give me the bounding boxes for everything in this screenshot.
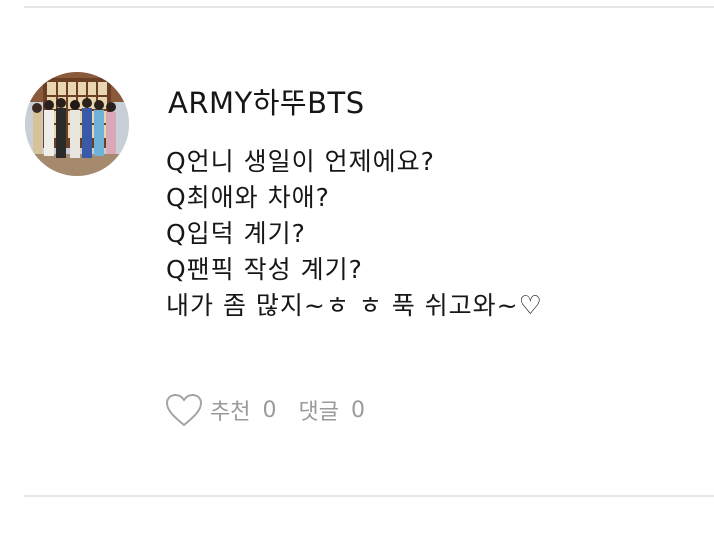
comment-line: Q최애와 차애?	[166, 183, 330, 212]
recommend-button[interactable]: 추천 0	[164, 390, 276, 430]
recommend-count: 0	[262, 397, 277, 423]
comment-line: Q언니 생일이 언제에요?	[166, 147, 435, 176]
comment-line: Q팬픽 작성 계기?	[166, 255, 363, 284]
comment-body: Q언니 생일이 언제에요? Q최애와 차애? Q입덕 계기? Q팬픽 작성 계기…	[166, 144, 543, 324]
comment-line-last: 내가 좀 많지~ㅎ ㅎ 푹 쉬고와~♡	[166, 288, 543, 324]
heart-outline-icon[interactable]	[164, 390, 204, 430]
recommend-label: 추천	[210, 400, 251, 425]
avatar[interactable]	[25, 72, 129, 176]
author-name[interactable]: ARMY하뚜BTS	[168, 80, 365, 122]
comment-label: 댓글	[298, 400, 339, 425]
top-divider	[24, 6, 714, 8]
heart-glyph: ♡	[518, 291, 543, 321]
bottom-divider	[24, 495, 714, 497]
comment-button[interactable]: 댓글 0	[298, 394, 364, 426]
comment-line: Q입덕 계기?	[166, 219, 306, 248]
post-actions: 추천 0 댓글 0	[164, 390, 365, 430]
comment-line-text: 내가 좀 많지~ㅎ ㅎ 푹 쉬고와~	[166, 291, 519, 320]
avatar-image	[25, 72, 129, 176]
comment-count: 0	[350, 397, 365, 423]
